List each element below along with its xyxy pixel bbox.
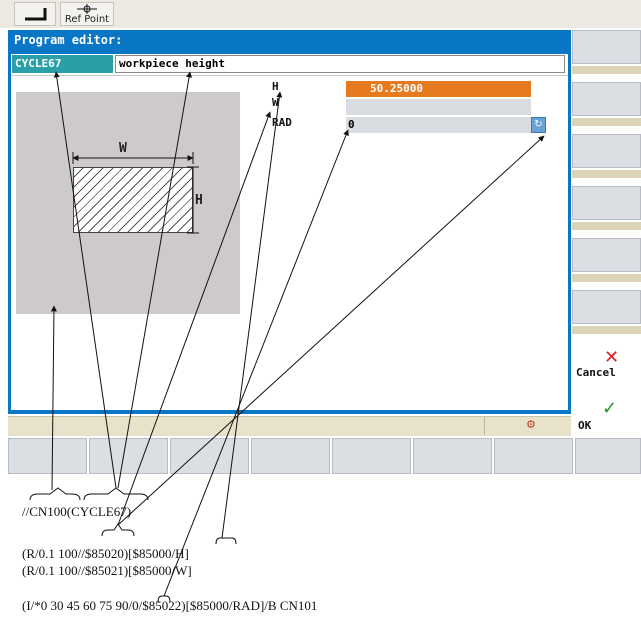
code-line-1: //CN100(CYCLE67) — [22, 504, 132, 519]
code-line-2: (R/0.1 100//$85020)[$85000/H] — [22, 546, 189, 561]
code-line-3: (R/0.1 100//$85021)[$85000/W] — [22, 563, 192, 578]
annotation-arrows — [29, 71, 545, 603]
code-line-4: (I/*0 30 45 60 75 90/0/$85022)[$85000/RA… — [22, 598, 318, 613]
